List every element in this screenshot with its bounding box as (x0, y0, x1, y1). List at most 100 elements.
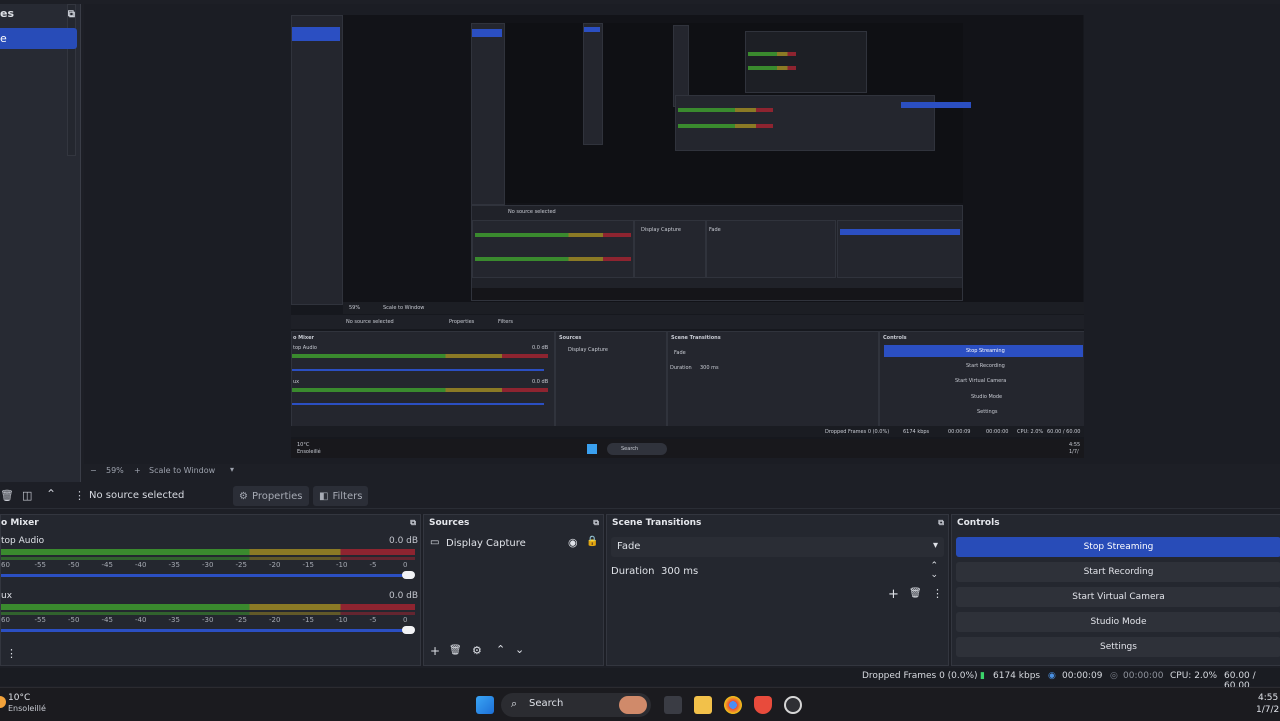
trash-icon[interactable]: 🗑 (909, 588, 922, 599)
zoom-in-button[interactable]: + (134, 466, 141, 475)
inner-start-vcam: Start Virtual Camera (955, 378, 1007, 384)
inner-docks: No source selected Display Capture Fade (471, 205, 963, 301)
chevron-down-icon[interactable]: ▾ (230, 465, 234, 474)
db-tick-label: -35 (168, 561, 180, 569)
volume-slider[interactable] (1, 574, 406, 577)
more-icon[interactable]: ⋮ (932, 587, 943, 600)
search-box[interactable]: ⌕ Search (501, 693, 651, 717)
db-tick-label: -10 (336, 561, 348, 569)
chevron-down-icon[interactable]: ⌄ (930, 570, 938, 580)
inner-windows-icon (587, 444, 597, 454)
more-icon[interactable]: ⋮ (74, 489, 85, 502)
add-icon[interactable]: + (888, 587, 899, 602)
stop-streaming-button[interactable]: Stop Streaming (956, 537, 1280, 557)
inner-clock-time: 4:55 (1069, 442, 1081, 448)
undock-icon[interactable]: ⧉ (66, 4, 76, 156)
brave-icon[interactable] (754, 696, 772, 714)
db-tick-label: -35 (168, 616, 180, 624)
inner3-meter-2 (678, 124, 773, 128)
duration-spinbox[interactable]: 300 ms ⌃ ⌄ (657, 561, 944, 582)
source-name: Display Capture (446, 538, 526, 549)
inner4-meter-2 (748, 66, 796, 70)
volume-slider[interactable] (1, 629, 406, 632)
db-tick-label: -40 (135, 561, 147, 569)
zoom-out-button[interactable]: − (90, 466, 97, 475)
obs-icon[interactable] (784, 696, 802, 714)
chevron-up-icon[interactable]: ⌃ (46, 487, 56, 501)
mixer-title: o Mixer (1, 518, 39, 528)
windows-start-icon[interactable] (476, 696, 494, 714)
inner-scenes-dock (291, 15, 343, 305)
taskbar: 10°C Ensoleillé ⌕ Search 4:55 1/7/2 (0, 687, 1280, 721)
undock-icon[interactable]: ⧉ (938, 515, 944, 531)
inner-fade: Fade (709, 227, 721, 233)
inner3-docks (675, 95, 971, 151)
inner-zoom: 59% (349, 305, 361, 311)
studio-mode-button[interactable]: Studio Mode (956, 612, 1280, 632)
scene-item-selected[interactable]: e (0, 28, 77, 49)
zoom-level: 59% (106, 466, 124, 475)
inner-l0-vol-2 (292, 403, 544, 405)
weather-icon[interactable] (0, 696, 6, 708)
chevron-up-icon[interactable]: ⌃ (496, 643, 505, 656)
inner-mixer-dock: o Mixer top Audio 0.0 dB ux 0.0 dB (291, 331, 555, 427)
db-tick-label: -30 (202, 561, 214, 569)
db-tick-label: -20 (269, 616, 281, 624)
channel-name: top Audio (1, 536, 45, 546)
db-tick-label: -15 (302, 561, 314, 569)
db-tick-label: -55 (34, 616, 46, 624)
chevron-down-icon[interactable]: ⌄ (515, 643, 524, 656)
inner-no-source: No source selected (508, 209, 556, 215)
weather-temp[interactable]: 10°C (8, 693, 30, 703)
gear-icon[interactable]: ⚙ (472, 644, 482, 657)
mixer-menu-icon[interactable]: ⋮ (6, 647, 17, 660)
program-preview[interactable]: No source selected Display Capture Fade … (291, 15, 1084, 458)
inner3-stop-btn (901, 102, 971, 108)
add-icon[interactable]: + (430, 644, 440, 658)
controls-header: Controls (952, 515, 1280, 531)
transition-select[interactable]: Fade ▾ (611, 537, 944, 557)
source-item[interactable]: ▭ Display Capture ◉ 🔒 (430, 535, 598, 553)
scale-mode-select[interactable]: Scale to Window (149, 466, 215, 475)
undock-icon[interactable]: ⧉ (593, 515, 599, 531)
start-virtual-camera-button[interactable]: Start Virtual Camera (956, 587, 1280, 607)
inner3-scene-selected (584, 27, 600, 32)
transition-value: Fade (617, 541, 641, 552)
cpu-usage: CPU: 2.0% (1170, 671, 1218, 681)
inner2-scenes (471, 23, 505, 205)
eye-icon[interactable]: ◉ (568, 536, 578, 549)
inner2-scene-selected (472, 29, 502, 37)
mixer-header: o Mixer ⧉ (1, 515, 420, 531)
db-tick-label: -45 (101, 561, 113, 569)
volume-handle[interactable] (402, 571, 415, 579)
settings-button[interactable]: Settings (956, 637, 1280, 657)
db-tick-label: -45 (101, 616, 113, 624)
inner-preview: No source selected Display Capture Fade (343, 15, 1083, 303)
db-tick-label: -25 (235, 616, 247, 624)
trash-icon[interactable]: 🗑 (0, 489, 14, 502)
inner-settings: Settings (977, 409, 998, 415)
stream-time: 00:00:09 (1062, 671, 1103, 681)
controls-dock: Controls Stop Streaming Start Recording … (951, 514, 1280, 666)
db-tick-label: -10 (336, 616, 348, 624)
audio-mixer-dock: o Mixer ⧉ top Audio 0.0 dB 60 -55 -50 -45 -4… (0, 514, 421, 666)
inner-mixer-title: o Mixer (293, 335, 314, 341)
trash-icon[interactable]: 🗑 (449, 645, 462, 656)
inner-filters: Filters (498, 319, 513, 325)
chrome-icon[interactable] (724, 696, 742, 714)
inner-transitions-title: Scene Transitions (671, 335, 721, 341)
filters-button[interactable]: ◧ Filters (313, 486, 369, 506)
channel-name: ux (1, 591, 13, 601)
volume-handle[interactable] (402, 626, 415, 634)
inner-search: Search (621, 446, 639, 452)
start-recording-button[interactable]: Start Recording (956, 562, 1280, 582)
undock-icon[interactable]: ⧉ (410, 515, 416, 531)
clock-time: 4:55 (1258, 693, 1279, 703)
properties-button[interactable]: ⚙ Properties (233, 486, 309, 506)
lock-icon[interactable]: 🔒 (586, 536, 598, 547)
db-tick-label: 60 (1, 616, 10, 624)
window-icon[interactable]: ◫ (22, 489, 32, 502)
inner-sources-dock: Sources Display Capture (555, 331, 667, 427)
task-view-icon[interactable] (664, 696, 682, 714)
file-explorer-icon[interactable] (694, 696, 712, 714)
